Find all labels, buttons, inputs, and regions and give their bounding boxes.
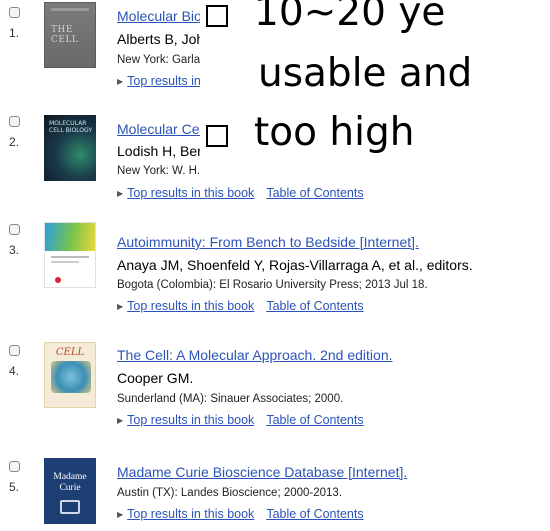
expand-triangle-icon[interactable]: ▶ xyxy=(117,302,123,311)
table-of-contents-link[interactable]: Table of Contents xyxy=(266,413,363,427)
top-results-link[interactable]: Top results in this book xyxy=(127,299,254,313)
expand-triangle-icon[interactable]: ▶ xyxy=(117,510,123,519)
result-title-link[interactable]: Molecular Cell xyxy=(117,121,206,137)
book-cover-the-cell-molecular-approach-icon[interactable]: CELL xyxy=(44,342,96,408)
result-authors: Anaya JM, Shoenfeld Y, Rojas-Villarraga … xyxy=(117,257,473,273)
slide-overlay: 10~20 ye usable and too high xyxy=(200,0,550,176)
result-links: ▶ Top results in this book Table of Conten… xyxy=(117,186,364,200)
overlay-bullet: too high xyxy=(206,111,414,155)
overlay-text: usable and xyxy=(258,51,473,96)
book-cover-madame-curie-icon[interactable]: Madame Curie xyxy=(44,458,96,524)
result-number: 5. xyxy=(9,480,20,494)
result-title-link[interactable]: The Cell: A Molecular Approach. 2nd edit… xyxy=(117,347,393,363)
table-of-contents-link[interactable]: Table of Contents xyxy=(266,299,363,313)
book-cover-autoimmunity-icon[interactable] xyxy=(44,222,96,288)
checkbox-bullet-icon xyxy=(206,125,228,147)
select-checkbox[interactable] xyxy=(9,7,20,18)
top-results-link[interactable]: Top results in this book xyxy=(127,507,254,521)
result-links: ▶ Top results in this book Table of Conten… xyxy=(117,413,364,427)
select-checkbox[interactable] xyxy=(9,345,20,356)
top-results-link[interactable]: Top results in this book xyxy=(127,186,254,200)
result-authors: Lodish H, Berk xyxy=(117,143,209,159)
checkbox-bullet-icon xyxy=(206,5,228,27)
expand-triangle-icon[interactable]: ▶ xyxy=(117,77,123,86)
table-of-contents-link[interactable]: Table of Contents xyxy=(266,507,363,521)
table-of-contents-link[interactable]: Table of Contents xyxy=(266,186,363,200)
select-checkbox[interactable] xyxy=(9,224,20,235)
result-publication: Austin (TX): Landes Bioscience; 2000-201… xyxy=(117,487,343,499)
top-results-link[interactable]: Top results in this book xyxy=(127,413,254,427)
result-title-link[interactable]: Madame Curie Bioscience Database [Intern… xyxy=(117,464,407,480)
book-cover-molecular-cell-biology-icon[interactable]: MOLECULAR CELL BIOLOGY xyxy=(44,115,96,181)
expand-triangle-icon[interactable]: ▶ xyxy=(117,416,123,425)
expand-triangle-icon[interactable]: ▶ xyxy=(117,189,123,198)
overlay-bullet: 10~20 ye xyxy=(206,0,445,35)
result-publication: New York: W. H. F xyxy=(117,165,211,177)
result-number: 1. xyxy=(9,26,20,40)
result-title-link[interactable]: Molecular Biolo xyxy=(117,8,213,24)
result-publication: New York: Garlanc xyxy=(117,54,213,66)
result-links: ▶ Top results in this book Table of Conten… xyxy=(117,299,364,313)
result-number: 2. xyxy=(9,135,20,149)
result-authors: Cooper GM. xyxy=(117,370,194,386)
select-checkbox[interactable] xyxy=(9,116,20,127)
select-checkbox[interactable] xyxy=(9,461,20,472)
result-publication: Bogota (Colombia): El Rosario University… xyxy=(117,279,428,291)
result-number: 3. xyxy=(9,243,20,257)
result-number: 4. xyxy=(9,364,20,378)
result-title-link[interactable]: Autoimmunity: From Bench to Bedside [Int… xyxy=(117,234,419,250)
result-links: ▶ Top results in this book Table of Conten… xyxy=(117,507,364,521)
result-publication: Sunderland (MA): Sinauer Associates; 200… xyxy=(117,393,344,405)
book-cover-the-cell-icon[interactable]: THE CELL xyxy=(44,2,96,68)
